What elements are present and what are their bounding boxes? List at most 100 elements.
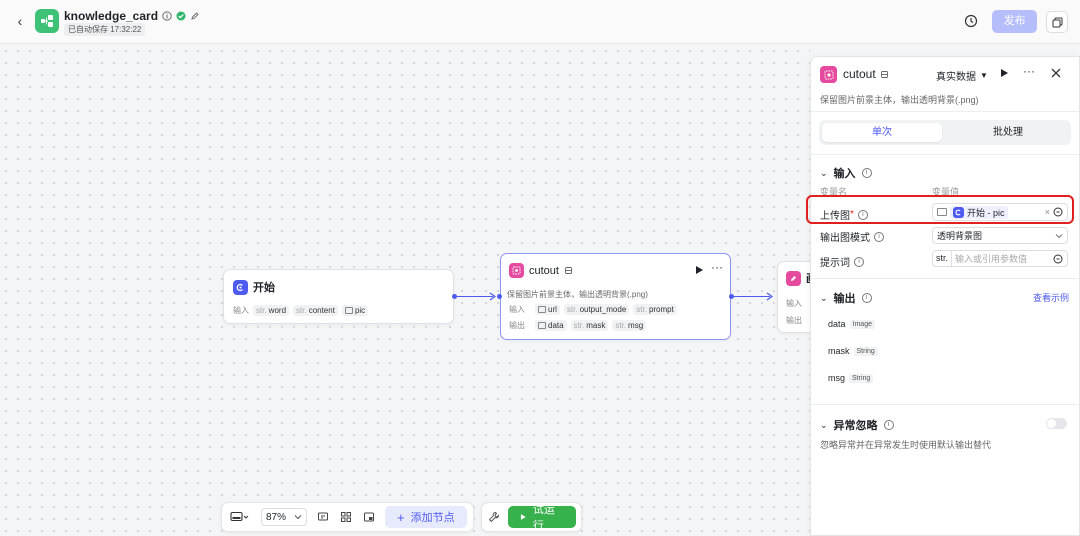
zoom-value: 87% bbox=[266, 511, 287, 523]
next-node[interactable]: 画 输入 输出 bbox=[777, 261, 810, 333]
exception-description: 忽略异常并在异常发生时使用默认输出替代 bbox=[820, 440, 992, 450]
param-tag: pic bbox=[341, 305, 369, 316]
copy-icon bbox=[1052, 17, 1062, 27]
output-row: data Image bbox=[828, 319, 875, 329]
panel-title: cutout bbox=[843, 67, 889, 81]
chevron-down-icon: ⌄ bbox=[820, 167, 828, 178]
cutout-node[interactable]: cutout ··· 保留图片前景主体，输出透明背景(.png) 输入 url … bbox=[500, 253, 731, 340]
param-tag: str. output_mode bbox=[563, 304, 630, 315]
variable-ref-icon[interactable] bbox=[1053, 254, 1063, 264]
test-run-button[interactable]: 试运行 bbox=[508, 504, 576, 532]
chevron-down-icon bbox=[1055, 233, 1063, 238]
history-icon[interactable] bbox=[963, 13, 979, 29]
workflow-title-text: knowledge_card bbox=[64, 9, 159, 23]
image-icon bbox=[538, 322, 546, 329]
start-node-title: 开始 bbox=[253, 282, 275, 294]
wrench-icon[interactable] bbox=[487, 510, 500, 524]
prompt-placeholder: 输入或引用参数值 bbox=[955, 254, 1028, 264]
check-circle-icon bbox=[176, 11, 186, 21]
comment-icon[interactable] bbox=[316, 510, 330, 524]
info-icon[interactable]: i bbox=[874, 231, 884, 242]
prompt-input[interactable]: str. 输入或引用参数值 bbox=[932, 250, 1068, 267]
workflow-canvas[interactable]: 开始 输入 str. word str. content pic cutout ··… bbox=[0, 45, 810, 536]
next-input-label: 输入 bbox=[786, 299, 802, 308]
exception-toggle[interactable] bbox=[1046, 418, 1067, 429]
back-chevron-icon[interactable]: ‹ bbox=[12, 13, 28, 29]
param-tag: str. prompt bbox=[633, 304, 677, 315]
chevron-down-icon: ⌄ bbox=[820, 419, 828, 430]
output-row: mask String bbox=[828, 346, 878, 356]
more-icon[interactable]: ··· bbox=[711, 260, 723, 274]
info-icon[interactable]: i bbox=[861, 168, 872, 178]
param-tag: str. msg bbox=[612, 320, 647, 331]
arrow-head-icon bbox=[489, 292, 497, 301]
edge-start-cutout bbox=[457, 296, 493, 297]
field-label-prompt: 提示词 i bbox=[820, 254, 864, 269]
play-icon[interactable] bbox=[695, 265, 704, 275]
cutout-node-desc: 保留图片前景主体，输出透明背景(.png) bbox=[507, 290, 648, 299]
publish-button[interactable]: 发布 bbox=[992, 10, 1037, 33]
param-tag: url bbox=[535, 304, 560, 315]
duplicate-button[interactable] bbox=[1046, 11, 1068, 33]
param-tag: str. word bbox=[253, 305, 290, 316]
cutout-input-label: 输入 bbox=[509, 305, 525, 314]
minimap-icon[interactable] bbox=[362, 510, 376, 524]
param-tag: data bbox=[535, 320, 567, 331]
edit-icon[interactable] bbox=[190, 11, 200, 21]
run-toolbar: 试运行 bbox=[481, 502, 582, 532]
output-section-header[interactable]: ⌄ 输出 i bbox=[820, 290, 872, 306]
start-input-label: 输入 bbox=[233, 306, 249, 315]
run-mode-tabs: 单次 批处理 bbox=[819, 120, 1071, 145]
info-icon[interactable]: i bbox=[883, 420, 894, 430]
panel-description: 保留图片前景主体，输出透明背景(.png) bbox=[820, 95, 979, 105]
tab-single[interactable]: 单次 bbox=[822, 123, 942, 142]
zoom-select[interactable]: 87% bbox=[261, 508, 308, 526]
view-example-link[interactable]: 查看示例 bbox=[1033, 291, 1069, 304]
output-mode-select[interactable]: 透明背景图 bbox=[932, 227, 1068, 244]
info-icon[interactable]: i bbox=[861, 293, 872, 303]
add-node-label: 添加节点 bbox=[410, 512, 455, 524]
more-icon[interactable]: ··· bbox=[1023, 64, 1035, 78]
field-label-output-mode: 输出图模式 i bbox=[820, 229, 884, 244]
caret-down-icon: ▼ bbox=[980, 71, 988, 80]
type-str: str. bbox=[933, 251, 953, 266]
info-icon[interactable] bbox=[162, 11, 172, 21]
output-section-title: 输出 bbox=[833, 293, 856, 305]
grid-icon[interactable] bbox=[339, 510, 353, 524]
top-header: ‹ knowledge_card 已自动保存 17:32:22 发布 bbox=[0, 0, 1080, 44]
input-section-title: 输入 bbox=[833, 168, 856, 180]
info-icon[interactable]: i bbox=[854, 256, 864, 267]
cutout-icon bbox=[820, 66, 837, 83]
data-mode-value: 真实数据 bbox=[936, 72, 976, 83]
workflow-icon bbox=[41, 15, 53, 27]
play-icon[interactable] bbox=[1000, 68, 1009, 78]
db-icon bbox=[565, 267, 572, 274]
node-config-panel: cutout 真实数据 ▼ ··· 保留图片前景主体，输出透明背景(.png) … bbox=[810, 56, 1080, 536]
workflow-title: knowledge_card bbox=[64, 9, 200, 23]
close-icon[interactable] bbox=[1051, 68, 1061, 78]
add-node-button[interactable]: + 添加节点 bbox=[385, 506, 467, 528]
cutout-icon bbox=[509, 263, 524, 278]
cutout-node-title: cutout bbox=[529, 264, 559, 277]
start-icon bbox=[233, 279, 248, 295]
start-node[interactable]: 开始 输入 str. word str. content pic bbox=[223, 269, 454, 324]
test-run-label: 试运行 bbox=[532, 504, 555, 532]
exception-section-header[interactable]: ⌄ 异常忽略 i bbox=[820, 417, 894, 433]
tab-batch[interactable]: 批处理 bbox=[948, 123, 1068, 142]
db-icon bbox=[880, 70, 888, 78]
cutout-input-port[interactable] bbox=[497, 294, 502, 299]
arrow-head-icon bbox=[766, 292, 774, 301]
param-tag: str. content bbox=[293, 305, 338, 316]
param-tag: str. mask bbox=[570, 320, 609, 331]
exception-section-title: 异常忽略 bbox=[833, 420, 878, 432]
image-icon bbox=[344, 307, 353, 314]
edit-image-icon bbox=[786, 270, 801, 286]
input-section-header[interactable]: ⌄ 输入 i bbox=[820, 165, 872, 181]
play-icon bbox=[521, 514, 526, 520]
chevron-down-icon bbox=[294, 515, 302, 520]
highlight-box bbox=[806, 195, 1074, 224]
plus-icon: + bbox=[397, 509, 405, 525]
data-mode-select[interactable]: 真实数据 ▼ bbox=[936, 68, 988, 83]
layout-mode-icon[interactable] bbox=[228, 510, 252, 524]
canvas-toolbar: 87% + 添加节点 bbox=[221, 502, 474, 532]
